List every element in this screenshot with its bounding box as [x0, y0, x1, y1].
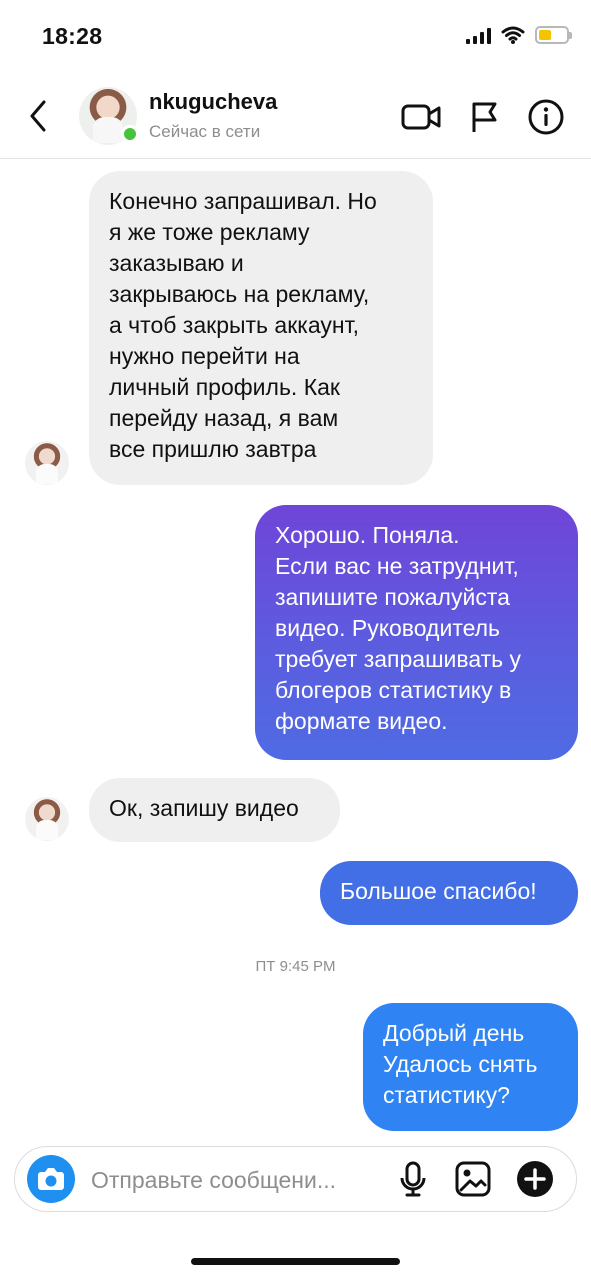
gallery-button[interactable] [451, 1157, 495, 1201]
incoming-message-bubble[interactable]: Ок, запишу видео [89, 778, 340, 842]
outgoing-message-bubble[interactable]: Хорошо. Поняла. Если вас не затруднит, з… [255, 505, 578, 760]
outgoing-message-bubble[interactable]: Большое спасибо! [320, 861, 578, 925]
chat-username[interactable]: nkugucheva [149, 89, 277, 115]
image-icon [455, 1161, 491, 1197]
info-icon [528, 99, 564, 135]
status-time: 18:28 [42, 23, 103, 49]
message-thread[interactable]: Конечно запрашивал. Но я же тоже рекламу… [0, 159, 591, 1139]
message-input[interactable] [89, 1161, 378, 1199]
battery-fill [539, 30, 551, 40]
wifi-icon [501, 26, 525, 44]
voice-message-button[interactable] [391, 1157, 435, 1201]
online-status-dot [121, 125, 139, 143]
plus-circle-icon [517, 1161, 553, 1197]
flag-icon [472, 102, 497, 132]
battery-icon [535, 26, 572, 44]
conversation-info-button[interactable] [525, 96, 567, 138]
outgoing-message-bubble[interactable]: Добрый день Удалось снять статистику? [363, 1003, 578, 1131]
microphone-icon [400, 1161, 426, 1197]
sender-avatar [25, 441, 69, 485]
home-indicator [191, 1258, 400, 1265]
add-content-button[interactable] [513, 1157, 557, 1201]
status-icons [466, 26, 572, 44]
camera-button[interactable] [27, 1155, 75, 1203]
chevron-left-icon [30, 100, 46, 132]
message-composer [14, 1146, 577, 1212]
incoming-message-bubble[interactable]: Конечно запрашивал. Но я же тоже рекламу… [89, 171, 433, 485]
video-call-button[interactable] [400, 96, 442, 138]
chat-header: nkugucheva Сейчас в сети [0, 72, 591, 159]
video-camera-icon [401, 104, 441, 130]
sender-avatar [25, 797, 69, 841]
signal-icon [466, 26, 491, 44]
report-flag-button[interactable] [463, 96, 505, 138]
presence-status: Сейчас в сети [149, 122, 261, 141]
back-button[interactable] [22, 96, 56, 136]
profile-avatar-button[interactable] [79, 87, 139, 145]
message-timestamp: ПТ 9:45 PM [255, 958, 336, 975]
camera-icon [38, 1168, 64, 1190]
status-bar: 18:28 [0, 0, 591, 72]
